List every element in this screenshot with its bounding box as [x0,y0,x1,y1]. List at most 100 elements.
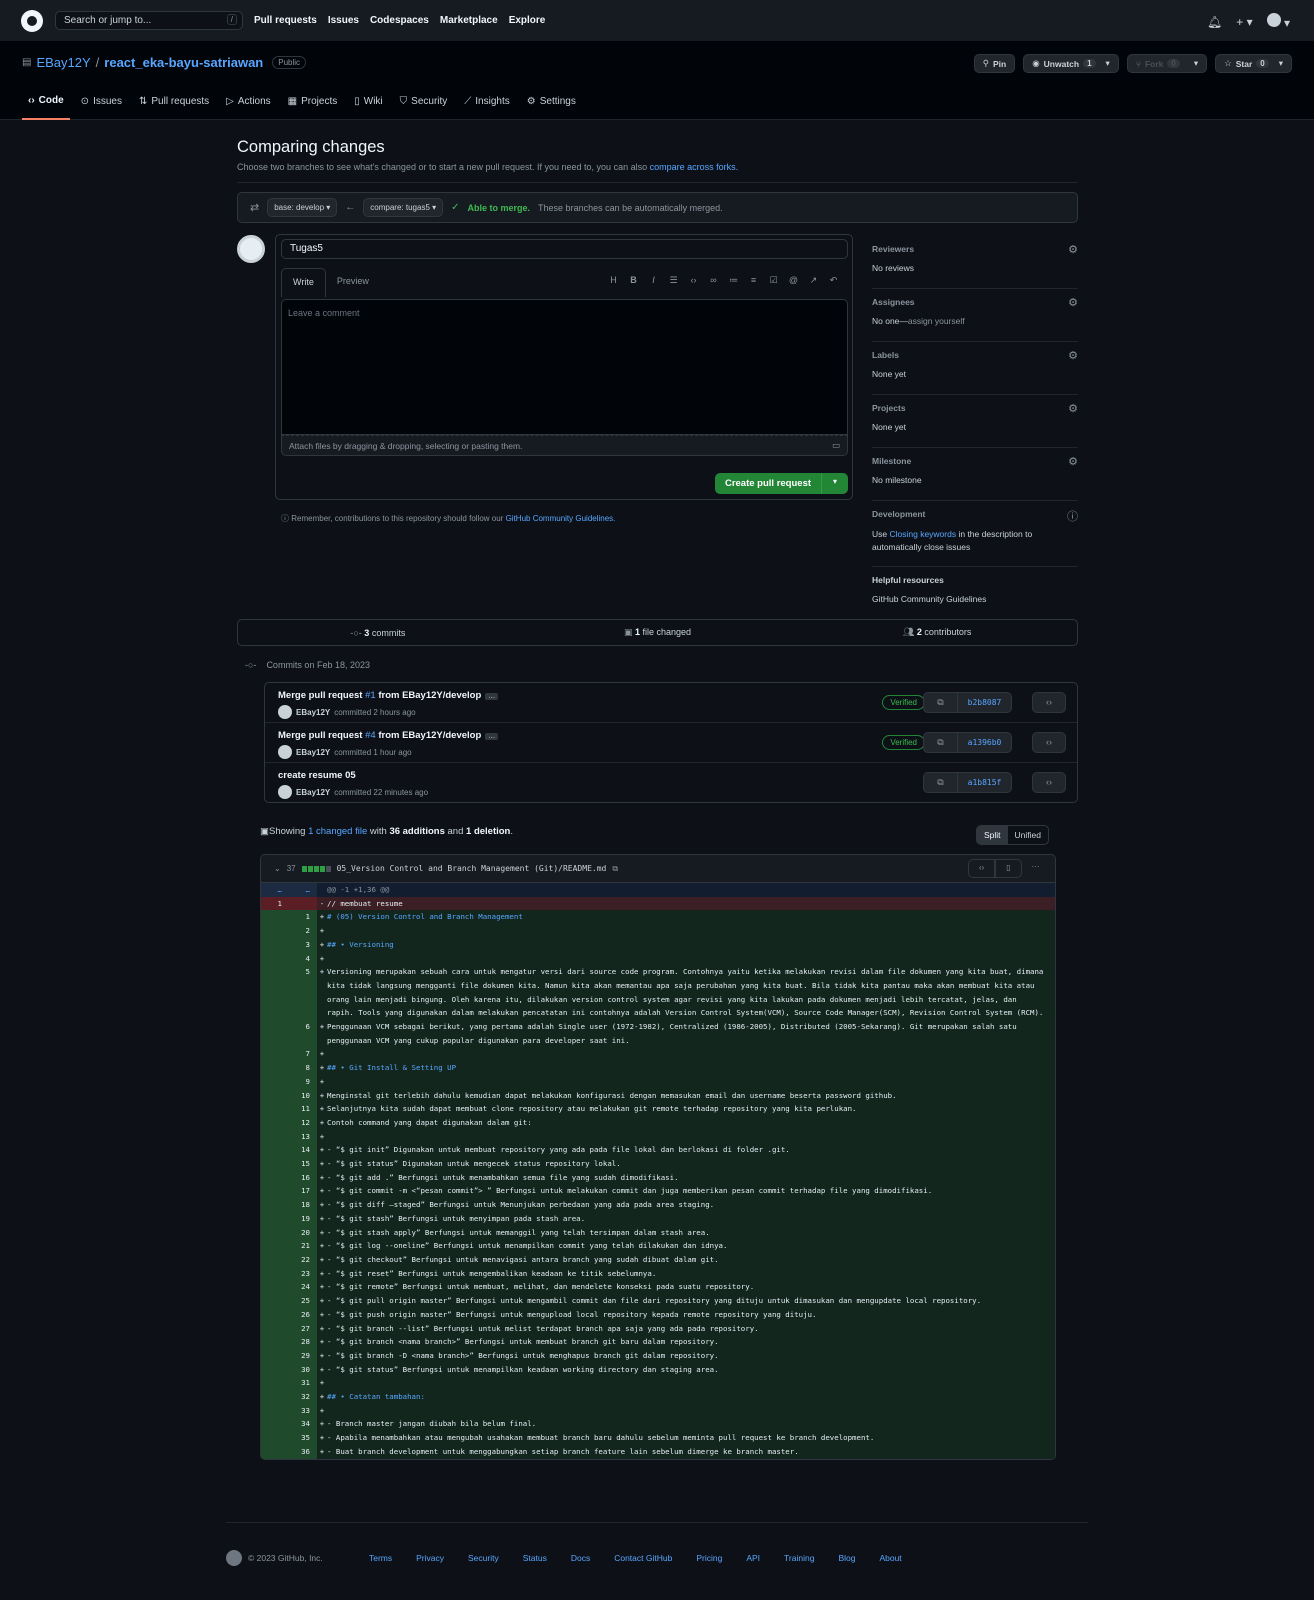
compare-branch-select[interactable]: compare: tugas5 ▾ [363,198,444,217]
tab-preview[interactable]: Preview [326,268,380,297]
tab-wiki[interactable]: ▯ Wiki [348,92,388,120]
closing-keywords-link[interactable]: Closing keywords [889,529,956,539]
browse-code-icon[interactable]: ‹› [1032,732,1066,753]
changed-files-link[interactable]: 1 changed file [308,826,367,837]
github-logo-icon[interactable] [21,9,43,32]
copy-icon[interactable]: ⧉ [924,693,958,712]
commits-count[interactable]: -○- 3 commits [238,628,518,638]
commit-sha-link[interactable]: a1396b0 [958,733,1011,752]
italic-icon[interactable]: I [648,275,659,286]
community-guidelines-link[interactable]: GitHub Community Guidelines. [506,514,616,523]
fork-button[interactable]: ⑂ Fork 0 ▾ [1126,54,1208,73]
commit-sha-link[interactable]: b2b8087 [958,693,1011,712]
info-icon[interactable]: ⓘ [1067,508,1078,524]
gear-icon[interactable]: ⚙ [1068,349,1078,362]
copy-icon[interactable]: ⧉ [612,864,618,874]
github-mark-icon[interactable] [226,1550,242,1566]
browse-code-icon[interactable]: ‹› [1032,692,1066,713]
footer-link-security[interactable]: Security [468,1553,499,1563]
diff-added-line: 36 + - Buat branch development untuk mengg… [261,1444,1055,1459]
files-changed-count[interactable]: ▣ 1 file changed [518,627,798,638]
numbered-list-icon[interactable]: ≡ [748,275,759,286]
verified-badge[interactable]: Verified [882,735,925,750]
pr-title-input[interactable]: Tugas5 [281,239,848,259]
plus-icon[interactable]: + ▾ [1236,15,1252,29]
repo-tabs: ‹› Code ⊙ Issues ⇅ Pull requests ▷ Actions ▦… [22,92,587,120]
task-list-icon[interactable]: ☑ [768,275,779,286]
nav-pull-requests[interactable]: Pull requests [254,15,317,26]
tab-pull-requests[interactable]: ⇅ Pull requests [133,92,215,120]
quote-icon[interactable]: ☰ [668,275,679,286]
heading-icon[interactable]: H [608,275,619,286]
footer-link-blog[interactable]: Blog [838,1553,855,1563]
gear-icon[interactable]: ⚙ [1068,455,1078,468]
tab-security[interactable]: ⛉ Security [394,92,454,120]
assign-yourself-link[interactable]: assign yourself [908,316,965,326]
nav-marketplace[interactable]: Marketplace [440,15,498,26]
reply-icon[interactable]: ↶ [828,275,839,286]
split-view-button[interactable]: Split [977,826,1008,844]
gear-icon[interactable]: ⚙ [1068,296,1078,309]
verified-badge[interactable]: Verified [882,695,925,710]
file-attachment-area[interactable]: Attach files by dragging & dropping, sel… [281,435,848,456]
search-input[interactable]: Search or jump to... / [55,11,243,30]
footer-link-about[interactable]: About [879,1553,901,1563]
compare-forks-link[interactable]: compare across forks. [650,162,739,172]
copy-icon[interactable]: ⧉ [924,773,958,792]
expand-message-button[interactable]: … [485,693,499,700]
kebab-horizontal-icon[interactable]: ··· [1022,859,1049,878]
pr-body-textarea[interactable]: Leave a comment [281,299,848,435]
footer-link-contact[interactable]: Contact GitHub [614,1553,672,1563]
tab-code[interactable]: ‹› Code [22,92,70,120]
footer-link-privacy[interactable]: Privacy [416,1553,444,1563]
mention-icon[interactable]: @ [788,275,799,286]
footer-link-status[interactable]: Status [523,1553,547,1563]
link-icon[interactable]: ∞ [708,275,719,286]
repo-owner-link[interactable]: EBay12Y [36,55,90,70]
expand-message-button[interactable]: … [485,733,499,740]
footer-link-training[interactable]: Training [784,1553,814,1563]
copy-icon[interactable]: ⧉ [924,733,958,752]
nav-explore[interactable]: Explore [509,15,546,26]
file-path[interactable]: 05_Version Control and Branch Management… [337,864,607,873]
unwatch-button[interactable]: ◉ Unwatch 1 ▾ [1023,54,1119,73]
file-icon[interactable]: ▯ [995,859,1022,878]
nav-issues[interactable]: Issues [328,15,359,26]
file-diff: ⌄ 37 05_Version Control and Branch Manag… [260,854,1056,1460]
gear-icon[interactable]: ⚙ [1068,243,1078,256]
contributors-count[interactable]: 👥︎ 2 contributors [797,627,1077,638]
browse-code-icon[interactable]: ‹› [1032,772,1066,793]
nav-codespaces[interactable]: Codespaces [370,15,429,26]
chevron-down-icon[interactable]: ▾ [822,473,848,494]
avatar [278,785,292,799]
gear-icon[interactable]: ⚙ [1068,402,1078,415]
tab-insights[interactable]: ⟋ Insights [458,92,515,120]
bold-icon[interactable]: B [628,275,639,286]
bullet-list-icon[interactable]: ≔ [728,275,739,286]
expand-up-icon[interactable]: … [261,883,289,897]
tab-issues[interactable]: ⊙ Issues [75,92,128,120]
code-icon[interactable]: ‹› [688,275,699,286]
pin-button[interactable]: ⚲ Pin [973,54,1016,73]
cross-reference-icon[interactable]: ↗ [808,275,819,286]
community-guidelines-link[interactable]: GitHub Community Guidelines [872,594,1078,604]
code-icon[interactable]: ‹› [968,859,995,878]
user-avatar-menu[interactable]: ▾ [1266,13,1290,30]
chevron-down-icon[interactable]: ⌄ [274,864,281,873]
footer-link-docs[interactable]: Docs [571,1553,590,1563]
footer-link-api[interactable]: API [746,1553,760,1563]
tab-projects[interactable]: ▦ Projects [282,92,344,120]
tab-settings[interactable]: ⚙ Settings [521,92,582,120]
footer-link-pricing[interactable]: Pricing [696,1553,722,1563]
base-branch-select[interactable]: base: develop ▾ [267,198,338,217]
expand-down-icon[interactable]: … [289,883,317,897]
commit-sha-link[interactable]: a1b815f [958,773,1011,792]
repo-name-link[interactable]: react_eka-bayu-satriawan [104,55,263,70]
star-button[interactable]: ☆ Star 0 ▾ [1215,54,1292,73]
footer-link-terms[interactable]: Terms [369,1553,392,1563]
tab-actions[interactable]: ▷ Actions [220,92,277,120]
bell-icon[interactable]: 🔔︎ [1207,15,1222,29]
tab-write[interactable]: Write [281,268,326,297]
create-pull-request-button[interactable]: Create pull request ▾ [715,473,848,494]
unified-view-button[interactable]: Unified [1008,826,1048,844]
